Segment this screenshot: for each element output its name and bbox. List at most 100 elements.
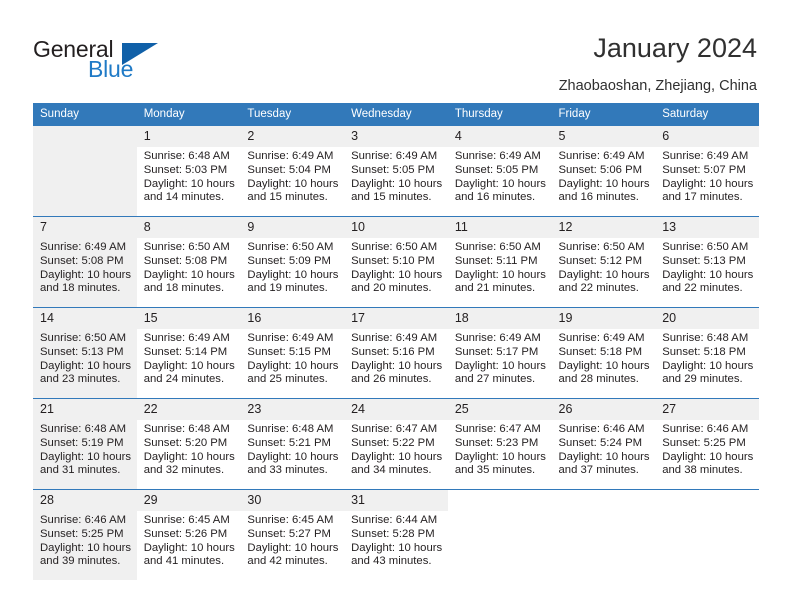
calendar-day-cell[interactable]: 9 Sunrise: 6:50 AM Sunset: 5:09 PM Daylight… xyxy=(240,216,345,308)
calendar-day-cell[interactable]: 13 Sunrise: 6:50 AM Sunset: 5:13 PM Dayligh… xyxy=(655,216,759,308)
calendar-day-number: 19 xyxy=(551,308,656,329)
calendar-day-cell-inner: 21 Sunrise: 6:48 AM Sunset: 5:19 PM Dayligh… xyxy=(33,399,137,489)
sunset-time-text: Sunset: 5:25 PM xyxy=(662,436,746,449)
calendar-day-cell-inner: 7 Sunrise: 6:49 AM Sunset: 5:08 PM Daylight… xyxy=(33,217,137,307)
calendar-day-cell[interactable]: 28 Sunrise: 6:46 AM Sunset: 5:25 PM Dayligh… xyxy=(33,489,137,580)
calendar-day-details: Sunrise: 6:49 AM Sunset: 5:04 PM Daylight:… xyxy=(240,147,344,205)
page-header: General Blue January 2024 Zhaobaoshan, Z… xyxy=(0,0,792,100)
calendar-day-details: Sunrise: 6:49 AM Sunset: 5:06 PM Daylight:… xyxy=(552,147,656,205)
calendar-day-cell-inner: 22 Sunrise: 6:48 AM Sunset: 5:20 PM Dayligh… xyxy=(136,399,241,489)
calendar-day-cell[interactable]: 25 Sunrise: 6:47 AM Sunset: 5:23 PM Dayligh… xyxy=(447,398,552,490)
calendar-day-cell-inner: 10 Sunrise: 6:50 AM Sunset: 5:10 PM Dayligh… xyxy=(344,217,448,307)
calendar-day-cell[interactable]: 11 Sunrise: 6:50 AM Sunset: 5:11 PM Dayligh… xyxy=(447,216,552,308)
calendar-day-cell[interactable]: 27 Sunrise: 6:46 AM Sunset: 5:25 PM Dayligh… xyxy=(655,398,759,490)
calendar-day-number: 2 xyxy=(240,126,345,147)
calendar-day-cell-inner: 14 Sunrise: 6:50 AM Sunset: 5:13 PM Dayligh… xyxy=(33,308,137,398)
calendar-day-cell[interactable]: 20 Sunrise: 6:48 AM Sunset: 5:18 PM Dayligh… xyxy=(655,307,759,399)
calendar-day-number: 18 xyxy=(447,308,552,329)
sunrise-time-text: Sunrise: 6:48 AM xyxy=(247,423,334,435)
calendar-day-cell[interactable]: 3 Sunrise: 6:49 AM Sunset: 5:05 PM Daylight… xyxy=(344,125,448,217)
calendar-day-cell[interactable]: 21 Sunrise: 6:48 AM Sunset: 5:19 PM Dayligh… xyxy=(33,398,137,490)
daylight-duration-text-line2: and 31 minutes. xyxy=(40,464,121,477)
calendar-day-details: Sunrise: 6:46 AM Sunset: 5:25 PM Daylight:… xyxy=(33,511,137,570)
daylight-duration-text-line1: Daylight: 10 hours xyxy=(662,450,754,463)
calendar-day-cell[interactable]: 12 Sunrise: 6:50 AM Sunset: 5:12 PM Dayligh… xyxy=(551,216,656,308)
sunrise-time-text: Sunrise: 6:50 AM xyxy=(454,241,541,253)
sunrise-time-text: Sunrise: 6:48 AM xyxy=(143,150,230,162)
sunset-time-text: Sunset: 5:05 PM xyxy=(351,163,435,176)
sunrise-time-text: Sunrise: 6:49 AM xyxy=(247,150,334,162)
calendar-day-details: Sunrise: 6:45 AM Sunset: 5:26 PM Daylight:… xyxy=(137,511,241,569)
calendar-day-number: 13 xyxy=(655,217,759,238)
calendar-day-cell[interactable]: 1 Sunrise: 6:48 AM Sunset: 5:03 PM Daylight… xyxy=(136,125,241,217)
sunrise-time-text: Sunrise: 6:50 AM xyxy=(40,332,127,344)
daylight-duration-text-line1: Daylight: 10 hours xyxy=(558,450,650,463)
daylight-duration-text-line1: Daylight: 10 hours xyxy=(247,359,339,372)
sunrise-time-text: Sunrise: 6:49 AM xyxy=(247,332,334,344)
daylight-duration-text-line2: and 35 minutes. xyxy=(454,464,536,477)
calendar-day-cell[interactable]: 22 Sunrise: 6:48 AM Sunset: 5:20 PM Dayligh… xyxy=(136,398,241,490)
calendar-day-number: 17 xyxy=(344,308,448,329)
calendar-day-cell[interactable]: 2 Sunrise: 6:49 AM Sunset: 5:04 PM Daylight… xyxy=(240,125,345,217)
calendar-day-cell[interactable]: 18 Sunrise: 6:49 AM Sunset: 5:17 PM Dayligh… xyxy=(447,307,552,399)
daylight-duration-text-line2: and 22 minutes. xyxy=(558,282,639,295)
calendar-day-cell[interactable]: 31 Sunrise: 6:44 AM Sunset: 5:28 PM Dayligh… xyxy=(344,489,448,580)
daylight-duration-text-line2: and 22 minutes. xyxy=(662,282,743,295)
calendar-day-number: 16 xyxy=(240,308,345,329)
calendar-day-cell[interactable]: 14 Sunrise: 6:50 AM Sunset: 5:13 PM Dayligh… xyxy=(33,307,137,399)
calendar-day-number: 7 xyxy=(33,217,137,238)
calendar-day-number: 22 xyxy=(136,399,241,420)
sunrise-time-text: Sunrise: 6:49 AM xyxy=(143,332,230,344)
calendar-day-cell[interactable]: 16 Sunrise: 6:49 AM Sunset: 5:15 PM Dayligh… xyxy=(240,307,345,399)
calendar-day-cell[interactable]: 8 Sunrise: 6:50 AM Sunset: 5:08 PM Daylight… xyxy=(136,216,241,308)
calendar-day-cell-empty xyxy=(551,489,656,580)
sunset-time-text: Sunset: 5:14 PM xyxy=(143,345,228,358)
calendar-day-cell-empty xyxy=(447,489,552,580)
calendar-day-details: Sunrise: 6:44 AM Sunset: 5:28 PM Daylight:… xyxy=(344,511,448,569)
sunrise-time-text: Sunrise: 6:49 AM xyxy=(558,332,645,344)
daylight-duration-text-line2: and 20 minutes. xyxy=(351,282,432,295)
calendar-day-details: Sunrise: 6:48 AM Sunset: 5:21 PM Daylight:… xyxy=(240,420,344,478)
calendar-day-cell-inner: 23 Sunrise: 6:48 AM Sunset: 5:21 PM Dayligh… xyxy=(240,399,345,489)
calendar-day-cell-empty xyxy=(33,125,137,217)
calendar-day-cell[interactable]: 17 Sunrise: 6:49 AM Sunset: 5:16 PM Dayligh… xyxy=(344,307,448,399)
calendar-day-cell[interactable]: 10 Sunrise: 6:50 AM Sunset: 5:10 PM Dayligh… xyxy=(344,216,448,308)
sunset-time-text: Sunset: 5:15 PM xyxy=(247,345,331,358)
calendar-day-cell[interactable]: 4 Sunrise: 6:49 AM Sunset: 5:05 PM Daylight… xyxy=(447,125,552,217)
daylight-duration-text-line2: and 24 minutes. xyxy=(143,373,225,386)
page-subtitle: Zhaobaoshan, Zhejiang, China xyxy=(558,78,757,94)
calendar-day-details: Sunrise: 6:46 AM Sunset: 5:25 PM Daylight:… xyxy=(655,420,759,478)
sunset-time-text: Sunset: 5:07 PM xyxy=(662,163,746,176)
calendar-day-number: 10 xyxy=(344,217,448,238)
sunrise-time-text: Sunrise: 6:44 AM xyxy=(351,514,438,526)
calendar-day-number: 26 xyxy=(551,399,656,420)
calendar-day-cell[interactable]: 15 Sunrise: 6:49 AM Sunset: 5:14 PM Dayligh… xyxy=(136,307,241,399)
calendar-day-cell[interactable]: 23 Sunrise: 6:48 AM Sunset: 5:21 PM Dayligh… xyxy=(240,398,345,490)
calendar-day-cell[interactable]: 24 Sunrise: 6:47 AM Sunset: 5:22 PM Dayligh… xyxy=(344,398,448,490)
calendar-day-cell-inner xyxy=(448,490,552,580)
weekday-header-friday: Friday xyxy=(551,103,656,126)
calendar-day-cell[interactable]: 6 Sunrise: 6:49 AM Sunset: 5:07 PM Daylight… xyxy=(655,125,759,217)
calendar-day-cell[interactable]: 5 Sunrise: 6:49 AM Sunset: 5:06 PM Daylight… xyxy=(551,125,656,217)
calendar-day-cell[interactable]: 30 Sunrise: 6:45 AM Sunset: 5:27 PM Dayligh… xyxy=(240,489,345,580)
sunset-time-text: Sunset: 5:21 PM xyxy=(247,436,331,449)
daylight-duration-text-line1: Daylight: 10 hours xyxy=(351,268,443,281)
sunrise-time-text: Sunrise: 6:45 AM xyxy=(247,514,334,526)
calendar-day-details: Sunrise: 6:47 AM Sunset: 5:22 PM Daylight:… xyxy=(344,420,448,478)
calendar-day-cell[interactable]: 29 Sunrise: 6:45 AM Sunset: 5:26 PM Dayligh… xyxy=(136,489,241,580)
calendar-day-cell-inner: 3 Sunrise: 6:49 AM Sunset: 5:05 PM Daylight… xyxy=(344,126,448,216)
daylight-duration-text-line1: Daylight: 10 hours xyxy=(558,359,650,372)
calendar-day-number: 1 xyxy=(136,126,241,147)
calendar-day-details: Sunrise: 6:48 AM Sunset: 5:03 PM Daylight:… xyxy=(137,147,241,205)
calendar-day-cell[interactable]: 26 Sunrise: 6:46 AM Sunset: 5:24 PM Dayligh… xyxy=(551,398,656,490)
calendar-day-number xyxy=(33,126,137,147)
calendar-day-cell[interactable]: 19 Sunrise: 6:49 AM Sunset: 5:18 PM Dayligh… xyxy=(551,307,656,399)
calendar-day-number: 3 xyxy=(344,126,448,147)
calendar-day-details: Sunrise: 6:50 AM Sunset: 5:11 PM Daylight:… xyxy=(448,238,552,296)
calendar-day-cell[interactable]: 7 Sunrise: 6:49 AM Sunset: 5:08 PM Daylight… xyxy=(33,216,137,308)
sunset-time-text: Sunset: 5:08 PM xyxy=(40,254,124,267)
sunrise-time-text: Sunrise: 6:50 AM xyxy=(662,241,749,253)
calendar-day-cell-inner: 12 Sunrise: 6:50 AM Sunset: 5:12 PM Dayligh… xyxy=(551,217,656,307)
daylight-duration-text-line2: and 14 minutes. xyxy=(143,191,225,204)
calendar-day-number: 4 xyxy=(447,126,552,147)
